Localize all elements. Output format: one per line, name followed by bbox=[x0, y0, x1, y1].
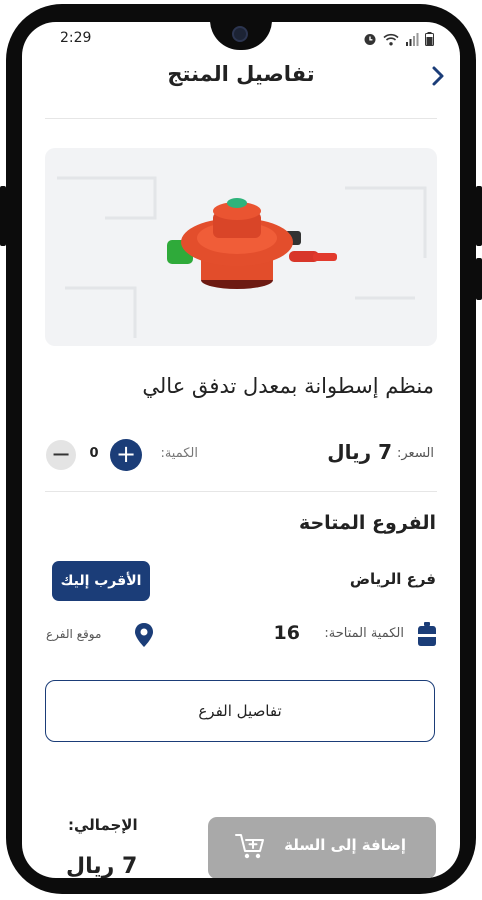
location-pin-icon[interactable] bbox=[134, 622, 154, 648]
side-button bbox=[476, 258, 482, 300]
status-time: 2:29 bbox=[60, 30, 92, 46]
add-to-cart-label: إضافة إلى السلة bbox=[284, 836, 406, 854]
wifi-icon bbox=[383, 33, 399, 45]
product-image bbox=[45, 148, 437, 346]
status-bar: 2:29 bbox=[22, 30, 460, 50]
quantity-label: الكمية: bbox=[160, 446, 198, 461]
total-label: الإجمالي: bbox=[68, 816, 138, 834]
app-header: تفاصيل المنتج bbox=[22, 56, 460, 112]
product-name: منظم إسطوانة بمعدل تدفق عالي bbox=[142, 374, 434, 398]
branch-location-link[interactable]: موقع الفرع bbox=[46, 627, 101, 641]
app-screen: 2:29 تفاصيل المنتج منظم إسطوانة بمعدل تد… bbox=[22, 22, 460, 878]
battery-icon bbox=[425, 32, 434, 46]
gas-cylinder-icon bbox=[418, 622, 436, 646]
price-label: السعر: bbox=[397, 446, 434, 461]
nearest-badge: الأقرب إليك bbox=[52, 561, 150, 601]
available-quantity-label: الكمية المتاحة: bbox=[324, 626, 404, 641]
quantity-value: 0 bbox=[89, 446, 99, 461]
page-title: تفاصيل المنتج bbox=[167, 62, 315, 86]
volume-button bbox=[0, 186, 6, 246]
total-value: 7 ريال bbox=[66, 854, 138, 878]
section-divider bbox=[45, 491, 437, 492]
status-icons bbox=[363, 32, 434, 46]
quantity-decrease-button[interactable]: − bbox=[46, 440, 76, 470]
available-quantity-value: 16 bbox=[273, 622, 300, 644]
alarm-icon bbox=[364, 34, 376, 45]
signal-icon bbox=[406, 32, 419, 46]
branches-title: الفروع المتاحة bbox=[298, 512, 436, 534]
gas-regulator-image bbox=[57, 176, 427, 338]
branch-name: فرع الرياض bbox=[349, 570, 436, 588]
header-divider bbox=[45, 118, 437, 119]
price-value: 7 ريال bbox=[327, 440, 392, 464]
add-to-cart-button[interactable]: إضافة إلى السلة bbox=[208, 817, 436, 878]
branch-details-button[interactable]: تفاصيل الفرع bbox=[45, 680, 435, 742]
quantity-increase-button[interactable]: + bbox=[110, 439, 142, 471]
power-button bbox=[476, 186, 482, 246]
cart-add-icon bbox=[235, 834, 264, 859]
